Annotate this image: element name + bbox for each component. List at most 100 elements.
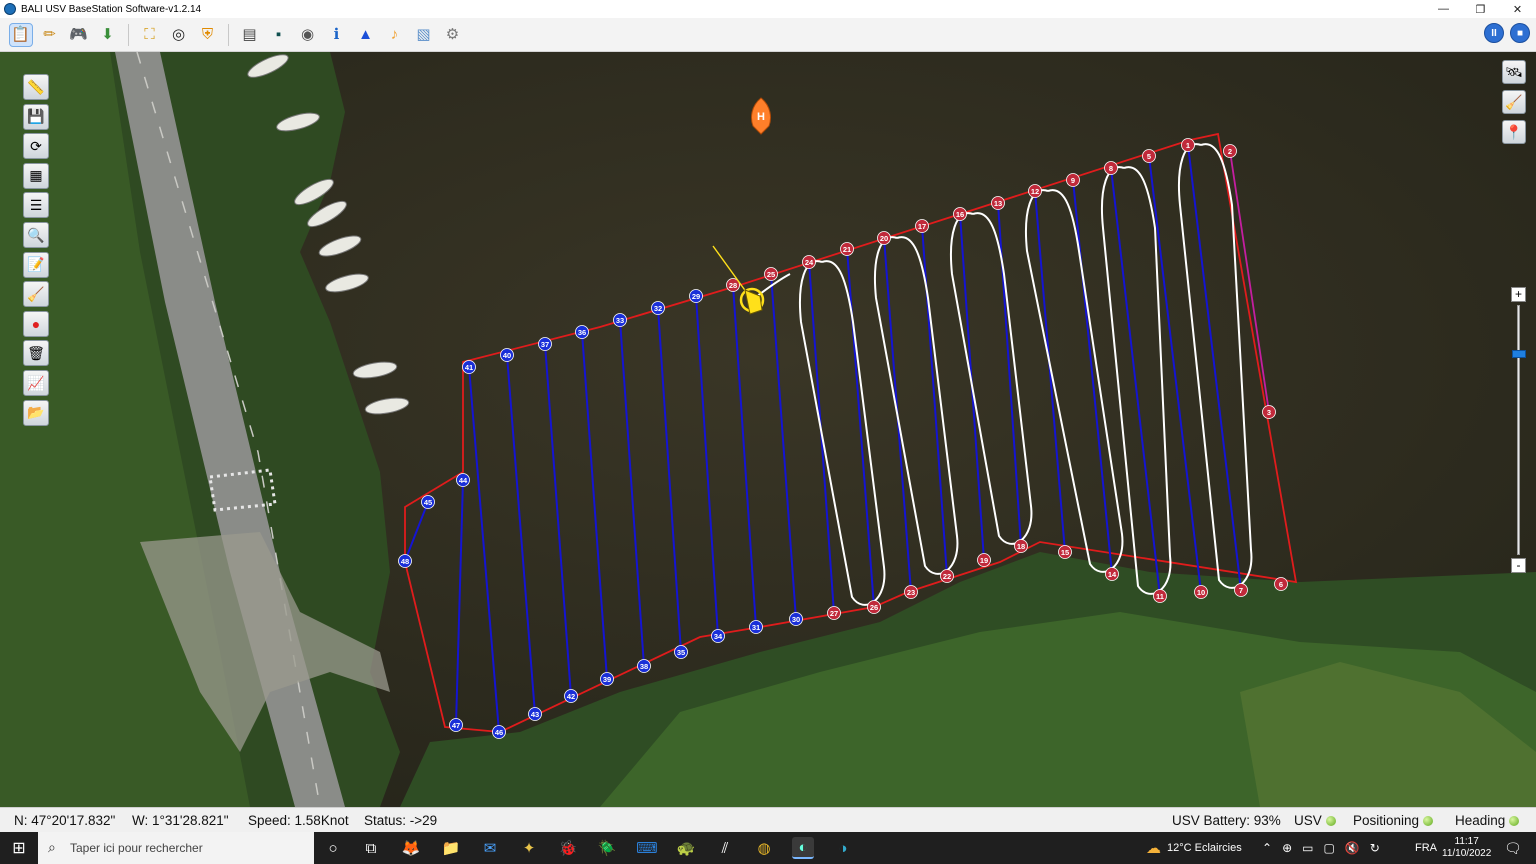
camera-icon[interactable]: ◉ — [296, 23, 320, 47]
shield-icon[interactable]: ⛨ — [196, 23, 220, 47]
map-canvas[interactable]: 1235678910111213141516171819202122232425… — [0, 52, 1536, 807]
download-icon[interactable]: ⬇ — [96, 23, 120, 47]
save-icon[interactable]: 💾 — [23, 103, 49, 130]
turtle-icon[interactable]: 🐢 — [675, 837, 697, 859]
explorer-icon[interactable]: 📁 — [440, 837, 462, 859]
task-view-icon[interactable]: ⧉ — [360, 837, 382, 859]
waypoint-marker[interactable]: 18 — [1014, 539, 1028, 553]
mail-icon[interactable]: ✉ — [479, 837, 501, 859]
waypoint-marker[interactable]: 45 — [421, 495, 435, 509]
gamepad-icon[interactable]: 🎮 — [67, 23, 91, 47]
waypoint-marker[interactable]: 27 — [827, 606, 841, 620]
zoom-out-button[interactable]: - — [1511, 558, 1526, 573]
waypoint-marker[interactable]: 16 — [953, 207, 967, 221]
network-icon[interactable]: ⊕ — [1282, 841, 1292, 855]
broom-icon[interactable]: 🧹 — [1502, 90, 1526, 114]
info-icon[interactable]: ℹ — [325, 23, 349, 47]
waypoint-marker[interactable]: 37 — [538, 337, 552, 351]
waypoint-marker[interactable]: 19 — [977, 553, 991, 567]
terminal-icon[interactable]: ▪ — [267, 23, 291, 47]
waypoint-marker[interactable]: 22 — [940, 569, 954, 583]
folder-icon[interactable]: 📂 — [23, 399, 49, 426]
stop-button[interactable]: ■ — [1510, 23, 1530, 43]
zoom-slider-thumb[interactable] — [1512, 350, 1526, 358]
waypoint-marker[interactable]: 35 — [674, 645, 688, 659]
clean-icon[interactable]: 🧹 — [23, 281, 49, 308]
waypoint-marker[interactable]: 5 — [1142, 149, 1156, 163]
waypoint-marker[interactable]: 41 — [462, 360, 476, 374]
notifications-icon[interactable]: 🗨 — [1504, 832, 1522, 864]
settings-icon[interactable]: ⚙ — [441, 23, 465, 47]
waypoint-marker[interactable]: 36 — [575, 325, 589, 339]
waypoint-marker[interactable]: 25 — [764, 267, 778, 281]
record-icon[interactable]: ● — [23, 310, 49, 337]
waypoint-marker[interactable]: 14 — [1105, 567, 1119, 581]
restore-button[interactable]: ❐ — [1462, 0, 1499, 18]
target-icon[interactable]: ◎ — [167, 23, 191, 47]
waypoint-marker[interactable]: 33 — [613, 313, 627, 327]
battery-icon[interactable]: ▭ — [1302, 841, 1313, 855]
tray-chevron-icon[interactable]: ⌃ — [1262, 841, 1272, 855]
edge-icon[interactable]: ◑ — [832, 837, 854, 859]
zoom-in-button[interactable]: + — [1511, 287, 1526, 302]
new-mission-icon[interactable]: 📋 — [8, 22, 33, 47]
waypoint-marker[interactable]: 3 — [1262, 405, 1276, 419]
list-icon[interactable]: ☰ — [23, 192, 49, 219]
waypoint-marker[interactable]: 39 — [600, 672, 614, 686]
sync-icon[interactable]: ↻ — [1370, 841, 1380, 855]
waypoint-marker[interactable]: 48 — [398, 554, 412, 568]
waypoint-marker[interactable]: 40 — [500, 348, 514, 362]
clock[interactable]: 11:17 11/10/2022 — [1442, 832, 1491, 864]
waypoint-marker[interactable]: 43 — [528, 707, 542, 721]
vpn-icon[interactable]: ⫽ — [714, 837, 736, 859]
waypoint-marker[interactable]: 8 — [1104, 161, 1118, 175]
satellite-icon[interactable]: 🛰 — [1502, 60, 1526, 84]
zoom-icon[interactable]: 🔍 — [23, 222, 49, 248]
map-view[interactable]: 1 2 3 5 6 7 8 9 10 11 12 13 14 15 16 17 18 19 20 21 22 23 24 25… — [0, 52, 1536, 807]
waypoint-marker[interactable]: 38 — [637, 659, 651, 673]
waypoint-marker[interactable]: 47 — [449, 718, 463, 732]
waypoint-marker[interactable]: 10 — [1194, 585, 1208, 599]
waypoint-marker[interactable]: 42 — [564, 689, 578, 703]
pause-button[interactable]: II — [1484, 23, 1504, 43]
basestation-icon[interactable]: ◐ — [792, 837, 814, 859]
chrome-icon[interactable]: ◍ — [753, 837, 775, 859]
fit-view-icon[interactable]: ⛶ — [138, 23, 162, 47]
map-layer-icon[interactable]: ▧ — [412, 23, 436, 47]
waypoint-marker[interactable]: 15 — [1058, 545, 1072, 559]
refresh-icon[interactable]: ⟳ — [23, 133, 49, 160]
display-icon[interactable]: ▢ — [1323, 841, 1334, 855]
edit-path-icon[interactable]: ✏ — [38, 23, 62, 47]
language-indicator[interactable]: FRA — [1415, 832, 1437, 864]
waypoint-marker[interactable]: 2 — [1223, 144, 1237, 158]
grid-icon[interactable]: ▦ — [23, 162, 49, 189]
waypoint-marker[interactable]: 46 — [492, 725, 506, 739]
notes-icon[interactable]: 📝 — [23, 251, 49, 278]
waypoint-marker[interactable]: 23 — [904, 585, 918, 599]
waypoint-marker[interactable]: 20 — [877, 231, 891, 245]
vscode-icon[interactable]: ⌨ — [636, 837, 658, 859]
waypoint-marker[interactable]: 31 — [749, 620, 763, 634]
waypoint-marker[interactable]: 34 — [711, 629, 725, 643]
trash-icon[interactable]: 🗑 — [23, 340, 49, 367]
ruler-icon[interactable]: 📏 — [23, 74, 49, 100]
log-icon[interactable]: ▤ — [238, 23, 262, 47]
minimize-button[interactable]: — — [1425, 0, 1462, 18]
waypoint-marker[interactable]: 30 — [789, 612, 803, 626]
cortana-icon[interactable]: ○ — [322, 837, 344, 859]
waypoint-marker[interactable]: 29 — [689, 289, 703, 303]
waypoint-marker[interactable]: 44 — [456, 473, 470, 487]
taskbar-search[interactable]: ⌕ Taper ici pour rechercher — [38, 832, 314, 864]
pin-icon[interactable]: 📍 — [1502, 120, 1526, 144]
waypoint-marker[interactable]: 17 — [915, 219, 929, 233]
waypoint-marker[interactable]: 6 — [1274, 577, 1288, 591]
close-button[interactable]: ✕ — [1499, 0, 1536, 18]
weather-widget[interactable]: ☁ 12°C Eclaircies — [1146, 832, 1242, 864]
volume-muted-icon[interactable]: 🔇 — [1345, 841, 1360, 855]
zoom-track[interactable] — [1517, 305, 1520, 555]
waypoint-marker[interactable]: 13 — [991, 196, 1005, 210]
navigation-icon[interactable]: ▲ — [354, 23, 378, 47]
waypoint-marker[interactable]: 9 — [1066, 173, 1080, 187]
waypoint-marker[interactable]: 32 — [651, 301, 665, 315]
waypoint-marker[interactable]: 24 — [802, 255, 816, 269]
